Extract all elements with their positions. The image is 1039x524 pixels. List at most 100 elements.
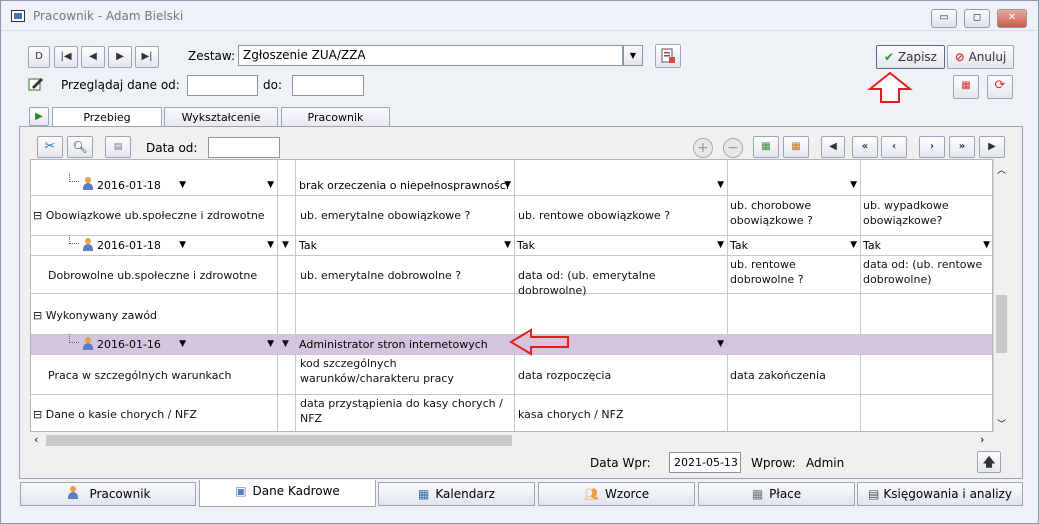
grid-first-button[interactable]: ◀	[821, 136, 845, 158]
bottom-tab-label: Księgowania i analizy	[883, 487, 1012, 501]
close-button[interactable]: ✕	[997, 9, 1027, 28]
refresh-icon: ⟳	[994, 78, 1006, 93]
save-button[interactable]: ✔ Zapisz	[876, 45, 945, 69]
zestaw-input[interactable]: Zgłoszenie ZUA/ZZA	[238, 45, 623, 66]
grid-next-page-button[interactable]: »	[949, 136, 975, 158]
person-icon	[81, 177, 95, 191]
data-od-input[interactable]	[208, 137, 280, 158]
row6-expand-arrow[interactable]: ▼	[282, 337, 289, 352]
tools-button[interactable]: ✂	[37, 136, 63, 158]
row1-c3-select[interactable]: ▼	[730, 177, 860, 194]
row3-c3-select[interactable]: Tak ▼	[730, 237, 860, 254]
zestaw-settings-button[interactable]	[655, 44, 681, 68]
row1-c1-select[interactable]: brak orzeczenia o niepełnosprawności ▼	[299, 177, 514, 194]
print-settings-button[interactable]: ▦	[953, 75, 979, 99]
vertical-scrollbar[interactable]: ︿ ﹀	[993, 159, 1009, 432]
nav-next-button[interactable]: ▶	[108, 46, 132, 68]
date-from-input[interactable]	[187, 75, 258, 96]
save-label: Zapisz	[897, 50, 937, 64]
nav-prev-button[interactable]: ◀	[81, 46, 105, 68]
tab-expand-button[interactable]: ▶	[29, 107, 49, 126]
nav-last-button[interactable]: ▶|	[135, 46, 159, 68]
horizontal-scroll-thumb[interactable]	[46, 435, 512, 446]
scroll-top-button[interactable]: 🡅	[977, 451, 1001, 473]
bottom-tab-kalendarz[interactable]: ▦ Kalendarz	[378, 482, 535, 506]
export-button[interactable]: ▦	[753, 136, 779, 158]
calendar-icon: ▦	[418, 487, 430, 501]
search-button[interactable]: 🔍︎	[67, 136, 93, 158]
row7-label: Praca w szczególnych warunkach	[48, 369, 232, 382]
grid-prev-page-button[interactable]: «	[852, 136, 878, 158]
bottom-tab-label: Pracownik	[89, 487, 151, 501]
main-window: Pracownik - Adam Bielski ▭ ◻ ✕ D |◀ ◀ ▶ …	[0, 0, 1039, 524]
scroll-down-icon[interactable]: ﹀	[997, 417, 1006, 430]
nav-label: |◀	[60, 51, 72, 62]
row2-c2: ub. rentowe obowiązkowe ?	[518, 209, 671, 222]
cancel-button[interactable]: ⊘ Anuluj	[947, 45, 1014, 69]
spreadsheet-edit-icon: ▦	[791, 141, 801, 152]
nav-label: ▶	[116, 51, 124, 62]
person-icon	[81, 238, 95, 252]
row3-c4-select[interactable]: Tak ▼	[863, 237, 992, 254]
row1-date-select[interactable]: 2016-01-18 ▼	[97, 177, 189, 194]
import-button[interactable]: ▦	[783, 136, 809, 158]
grid-last-button[interactable]: ▶	[979, 136, 1005, 158]
scroll-left-icon[interactable]: ‹	[34, 433, 38, 446]
row1-c1: brak orzeczenia o niepełnosprawności	[299, 179, 509, 192]
add-row-icon[interactable]: +	[693, 138, 713, 158]
zestaw-dropdown-button[interactable]: ▼	[623, 45, 643, 66]
grid-prev-button[interactable]: ‹	[881, 136, 907, 158]
data-od-label: Data od:	[146, 141, 198, 155]
bottom-tab-ksiegowania[interactable]: ▤ Księgowania i analizy	[857, 482, 1023, 506]
nav-first-button[interactable]: |◀	[54, 46, 78, 68]
row4-c3: ub. rentowe dobrowolne ?	[730, 258, 804, 286]
print-icon: ▦	[961, 80, 971, 91]
row7-c3: data zakończenia	[730, 369, 826, 382]
title-bar: Pracownik - Adam Bielski ▭ ◻ ✕	[1, 1, 1038, 31]
remove-row-icon[interactable]: −	[723, 138, 743, 158]
vertical-scroll-thumb[interactable]	[996, 295, 1007, 353]
row3-c1: Tak	[299, 239, 318, 252]
tab-wyksztalcenie[interactable]: Wykształcenie	[164, 107, 278, 127]
row3-c2-select[interactable]: Tak ▼	[517, 237, 727, 254]
row4-label: Dobrowolne ub.społeczne i zdrowotne	[48, 269, 258, 282]
bottom-tab-place[interactable]: ▦ Płace	[698, 482, 855, 506]
row3-type-select[interactable]: ▼	[191, 237, 277, 254]
nav-label: D	[35, 51, 43, 62]
calendar-button[interactable]: ▤	[105, 136, 131, 158]
row3-date: 2016-01-18	[97, 239, 161, 252]
row3-c1-select[interactable]: Tak ▼	[299, 237, 514, 254]
bottom-tab-pracownik[interactable]: Pracownik	[20, 482, 196, 506]
minimize-button[interactable]: ▭	[931, 9, 957, 28]
annotation-arrow-left	[509, 328, 569, 356]
data-wpr-field: 2021-05-13	[669, 452, 741, 473]
bottom-tab-dane-kadrowe[interactable]: ▣ Dane Kadrowe	[199, 480, 376, 507]
row6-date-select[interactable]: 2016-01-16 ▼	[97, 336, 189, 353]
scroll-right-icon[interactable]: ›	[980, 433, 984, 446]
row7-c2: data rozpoczęcia	[518, 369, 612, 382]
bottom-tab-wzorce[interactable]: 👥︎ Wzorce	[538, 482, 695, 506]
bottom-tab-label: Kalendarz	[435, 487, 495, 501]
scroll-up-icon[interactable]: ︿	[997, 163, 1006, 176]
row5-label-text: Wykonywany zawód	[45, 309, 158, 322]
row1-c2-select[interactable]: ▼	[517, 177, 727, 194]
date-to-input[interactable]	[292, 75, 364, 96]
row2-c1: ub. emerytalne obowiązkowe ?	[300, 209, 471, 222]
row1-type-select[interactable]: ▼	[191, 177, 277, 194]
refresh-button[interactable]: ⟳	[987, 75, 1013, 99]
bottom-tab-label: Płace	[769, 487, 802, 501]
tab-przebieg[interactable]: Przebieg zatrudnie...	[52, 107, 162, 143]
row3-expand-arrow[interactable]: ▼	[282, 238, 289, 253]
cancel-icon: ⊘	[954, 50, 965, 64]
checkmark-icon: ✔	[884, 50, 895, 64]
nav-first-d-button[interactable]: D	[28, 46, 50, 68]
row3-c3: Tak	[730, 239, 749, 252]
row8-label-text: Dane o kasie chorych / NFZ	[45, 408, 197, 421]
horizontal-scrollbar[interactable]: ‹ ›	[30, 432, 993, 449]
tab-pracownik[interactable]: Pracownik	[281, 107, 390, 127]
id-card-icon: ▣	[235, 484, 247, 498]
maximize-button[interactable]: ◻	[964, 9, 990, 28]
row6-type-select[interactable]: ▼	[191, 336, 277, 353]
grid-next-button[interactable]: ›	[919, 136, 945, 158]
row3-date-select[interactable]: 2016-01-18 ▼	[97, 237, 189, 254]
